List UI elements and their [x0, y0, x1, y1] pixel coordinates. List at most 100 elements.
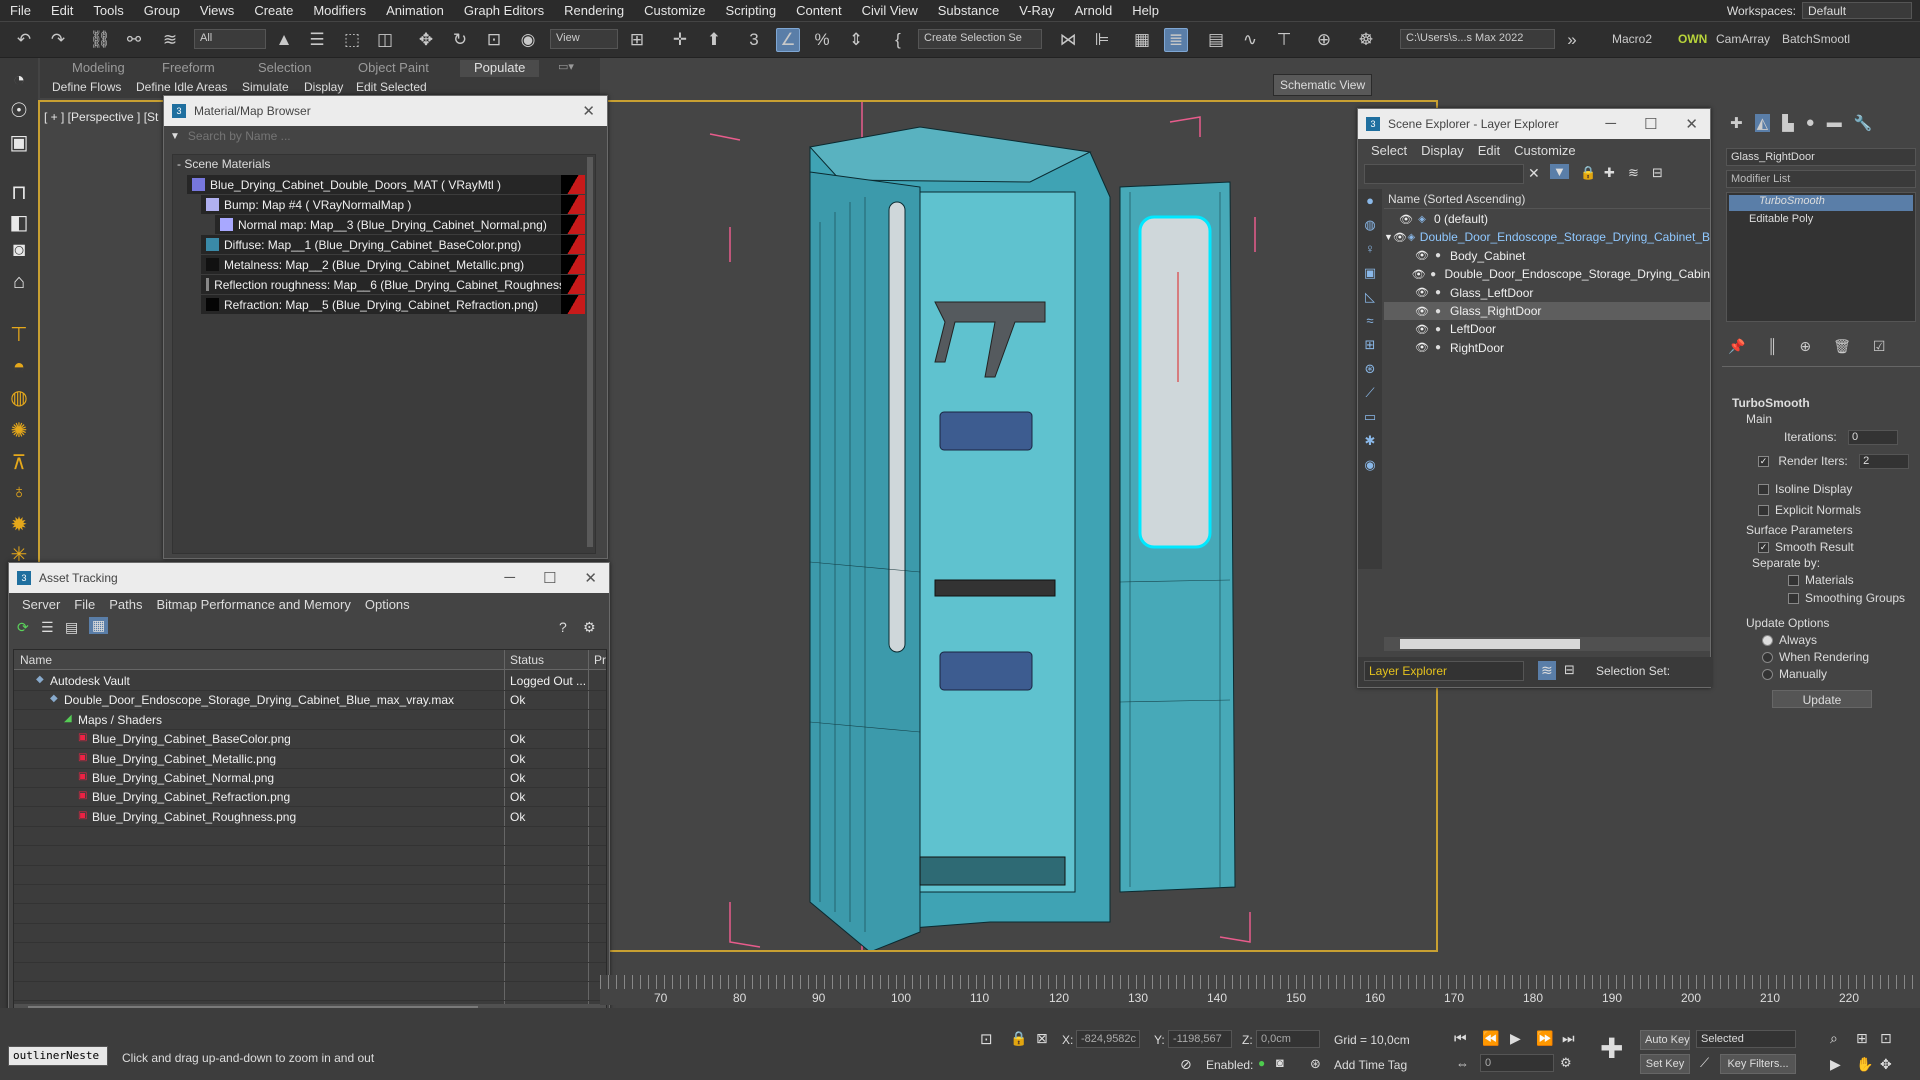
scene-hscrollbar[interactable]: [1384, 637, 1710, 651]
menu-group[interactable]: Group: [134, 3, 190, 18]
angle-snap-icon[interactable]: ∠: [776, 28, 800, 52]
set-key-big-icon[interactable]: ✚: [1600, 1032, 1623, 1065]
key-filters-button[interactable]: Key Filters...: [1720, 1054, 1796, 1074]
refresh-icon[interactable]: ⟳: [17, 619, 29, 636]
walk-through-icon[interactable]: ✋: [1856, 1056, 1873, 1073]
menu-views[interactable]: Views: [190, 3, 244, 18]
current-frame-field[interactable]: 0: [1480, 1054, 1554, 1072]
goto-end-icon[interactable]: ⏭: [1562, 1030, 1575, 1047]
menu-select[interactable]: Select: [1364, 143, 1414, 158]
teapot-icon[interactable]: ⌂: [4, 268, 34, 296]
window-crossing-icon[interactable]: ◫: [373, 28, 397, 52]
prev-frame-icon[interactable]: ⏪: [1482, 1030, 1499, 1047]
zoom-all-icon[interactable]: ⊞: [1856, 1030, 1868, 1047]
search-options-icon[interactable]: ▼: [170, 131, 180, 142]
next-frame-icon[interactable]: ⏩: [1536, 1030, 1553, 1047]
maximize-icon[interactable]: ☐: [543, 569, 556, 587]
material-row[interactable]: Refraction: Map__5 (Blue_Drying_Cabinet_…: [201, 295, 585, 314]
utilities-tab-icon[interactable]: 🔧: [1854, 114, 1873, 132]
expand-arrow-icon[interactable]: ▼: [1384, 232, 1393, 242]
layer-icon[interactable]: ≋: [1538, 661, 1556, 680]
undo-icon[interactable]: ↶: [12, 28, 36, 52]
menu-modifiers[interactable]: Modifiers: [303, 3, 376, 18]
dome-icon[interactable]: ◓: [4, 353, 34, 381]
always-radio[interactable]: [1762, 635, 1773, 647]
edit-selected-button[interactable]: Edit Selected: [356, 80, 427, 94]
set-key-button[interactable]: Set Key: [1640, 1054, 1690, 1074]
manually-radio[interactable]: [1762, 669, 1773, 681]
asset-row[interactable]: ◆ Double_Door_Endoscope_Storage_Drying_Ca…: [14, 691, 606, 711]
stack-editable-poly[interactable]: Editable Poly: [1729, 213, 1913, 229]
scene-node-row[interactable]: 👁 ● Body_Cabinet: [1384, 247, 1710, 265]
cylinder-icon[interactable]: ⊓: [4, 178, 34, 206]
orbit-icon[interactable]: ◔: [4, 66, 34, 94]
show-end-result-icon[interactable]: ║: [1767, 338, 1777, 355]
rotate-icon[interactable]: ↻: [448, 28, 472, 52]
asset-tracking-titlebar[interactable]: 3 Asset Tracking ─ ☐ ✕: [9, 563, 609, 593]
lock-selection-icon[interactable]: 🔒: [1010, 1030, 1027, 1047]
ribbon-options-icon[interactable]: ▭▾: [558, 60, 574, 73]
maxscript-listener[interactable]: outlinerNeste: [8, 1046, 108, 1066]
manipulate-icon[interactable]: ✛: [668, 28, 692, 52]
material-row[interactable]: Metalness: Map__2 (Blue_Drying_Cabinet_M…: [201, 255, 585, 274]
layers-icon[interactable]: ≋: [1628, 165, 1639, 181]
filter-warps-icon[interactable]: ≈: [1358, 309, 1382, 333]
selection-filter-dropdown[interactable]: All: [194, 29, 266, 49]
visibility-eye-icon[interactable]: 👁: [1414, 305, 1430, 318]
stack-turbosmooth[interactable]: TurboSmooth: [1729, 195, 1913, 211]
smoothing-groups-checkbox[interactable]: [1788, 593, 1799, 605]
maximize-icon[interactable]: ☐: [1644, 115, 1657, 133]
hierarchy-icon[interactable]: ⊟: [1652, 165, 1663, 181]
render-iters-checkbox[interactable]: ✓: [1758, 456, 1769, 468]
more-icon[interactable]: »: [1560, 28, 1584, 52]
modify-tab-icon[interactable]: ◭: [1754, 114, 1771, 132]
time-config2-icon[interactable]: ⚙: [1560, 1055, 1572, 1071]
visibility-eye-icon[interactable]: 👁: [1414, 323, 1430, 336]
isolate-icon[interactable]: ⊡: [980, 1030, 993, 1048]
menu-paths[interactable]: Paths: [102, 597, 149, 612]
spinner-snap-icon[interactable]: ⇕: [844, 28, 868, 52]
shapes-icon[interactable]: ◧: [4, 208, 34, 236]
filter-helpers-icon[interactable]: ◺: [1358, 285, 1382, 309]
y-coordinate-field[interactable]: -1198,567: [1168, 1030, 1232, 1048]
toggle-layer-explorer-icon[interactable]: ≣: [1164, 28, 1188, 52]
filter-lights-icon[interactable]: ♀: [1358, 237, 1382, 261]
material-editor-icon[interactable]: ⊕: [1312, 28, 1336, 52]
case-icon[interactable]: ▣: [4, 128, 34, 156]
menu-display[interactable]: Display: [1414, 143, 1471, 158]
pan-icon[interactable]: ☉: [4, 96, 34, 124]
menu-tools[interactable]: Tools: [83, 3, 133, 18]
camarray-button[interactable]: CamArray: [1716, 32, 1770, 46]
menu-edit[interactable]: Edit: [41, 3, 83, 18]
pivot-center-icon[interactable]: ⊞: [625, 28, 649, 52]
zoom-extents-icon[interactable]: ⊡: [1880, 1030, 1892, 1047]
render-iters-spinner[interactable]: 2: [1859, 454, 1910, 470]
rect-selection-icon[interactable]: ⬚: [340, 28, 364, 52]
asset-row[interactable]: ◢ Maps / Shaders: [14, 711, 606, 730]
bulb-icon[interactable]: ♁: [4, 478, 34, 506]
align-icon[interactable]: ⊫: [1090, 28, 1114, 52]
project-path-dropdown[interactable]: C:\Users\s...s Max 2022: [1400, 29, 1555, 49]
when-rendering-radio[interactable]: [1762, 652, 1773, 664]
asset-row[interactable]: ▣ Blue_Drying_Cabinet_Metallic.png Ok: [14, 750, 606, 769]
add-layer-icon[interactable]: ✚: [1604, 165, 1615, 181]
menu-help[interactable]: Help: [1122, 3, 1169, 18]
absolute-mode-icon[interactable]: ⊠: [1036, 1030, 1048, 1047]
bind-space-warp-icon[interactable]: ≋: [158, 28, 182, 52]
filter-shapes-icon[interactable]: ◍: [1358, 213, 1382, 237]
light-icon[interactable]: ⊤: [4, 320, 34, 348]
mushroom-icon[interactable]: ⊼: [4, 448, 34, 476]
auto-key-button[interactable]: Auto Key: [1640, 1030, 1690, 1050]
define-flows-button[interactable]: Define Flows: [52, 80, 121, 94]
render-setup-icon[interactable]: ☸: [1354, 28, 1378, 52]
filter-bones-icon[interactable]: ⟋: [1358, 381, 1382, 405]
turbosmooth-rollout-title[interactable]: TurboSmooth: [1732, 396, 1810, 410]
z-coordinate-field[interactable]: 0,0cm: [1256, 1030, 1320, 1048]
link-icon[interactable]: ⛓: [88, 28, 112, 52]
scene-node-row[interactable]: 👁 ● LeftDoor: [1384, 320, 1710, 338]
zoom-viewport-icon[interactable]: ⌕: [1830, 1030, 1838, 1047]
column-pr[interactable]: Pr: [594, 653, 606, 667]
visibility-eye-icon[interactable]: 👁: [1393, 231, 1407, 244]
goto-start-icon[interactable]: ⏮: [1454, 1030, 1467, 1047]
menu-arnold[interactable]: Arnold: [1065, 3, 1123, 18]
